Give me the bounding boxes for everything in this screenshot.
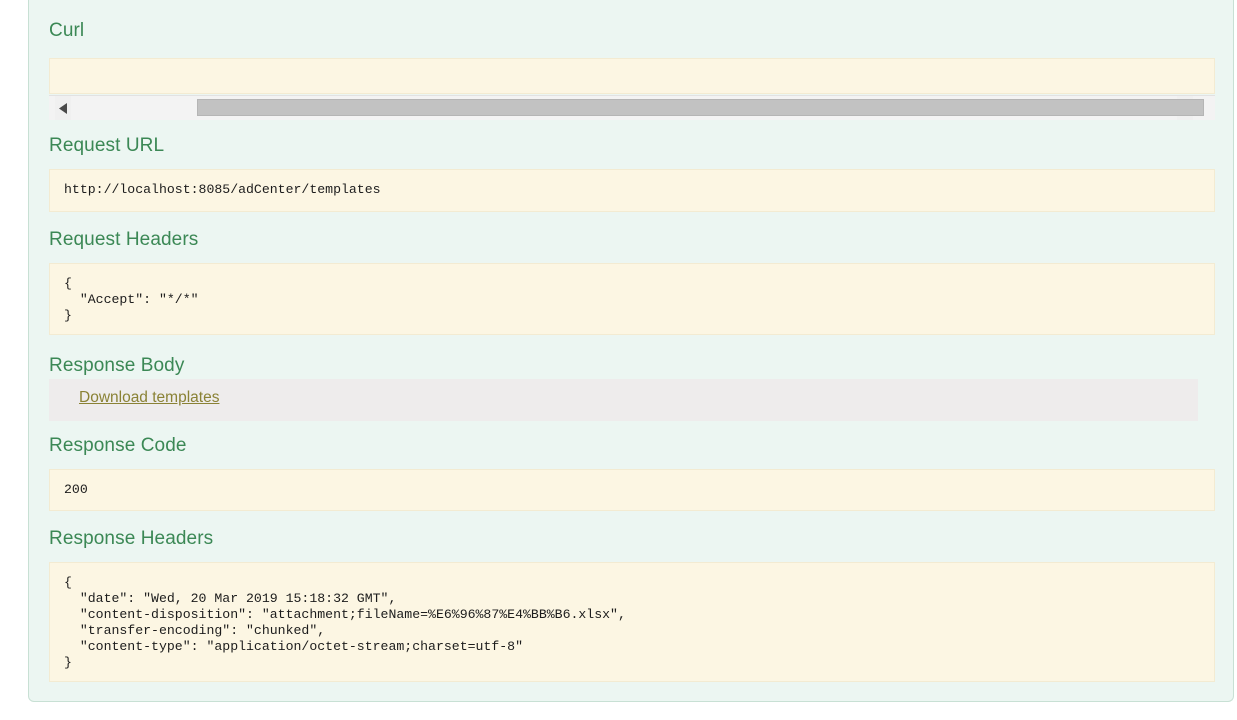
- response-headers-value: { "date": "Wed, 20 Mar 2019 15:18:32 GMT…: [49, 562, 1215, 682]
- response-body-block: Download templates: [49, 379, 1198, 421]
- curl-horizontal-scrollbar[interactable]: [49, 95, 1215, 120]
- request-url-section-title: Request URL: [49, 135, 165, 156]
- request-headers-value: { "Accept": "*/*" }: [49, 263, 1215, 335]
- response-body-section-title: Response Body: [49, 355, 185, 376]
- response-code-section-title: Response Code: [49, 435, 187, 456]
- curl-section-title: Curl: [49, 20, 85, 41]
- response-code-value: 200: [49, 469, 1215, 511]
- page-root: Try it out! Curl T --header 'Content-Typ…: [0, 0, 1237, 720]
- request-headers-section-title: Request Headers: [49, 229, 199, 250]
- curl-command-block[interactable]: T --header 'Content-Type: application/js…: [49, 58, 1215, 94]
- download-templates-link[interactable]: Download templates: [79, 389, 219, 407]
- scrollbar-thumb[interactable]: [197, 99, 1204, 116]
- scroll-left-arrow-icon[interactable]: [55, 96, 71, 120]
- request-url-value: http://localhost:8085/adCenter/templates: [49, 169, 1215, 212]
- operation-content-panel: Try it out! Curl T --header 'Content-Typ…: [28, 0, 1234, 702]
- response-headers-section-title: Response Headers: [49, 528, 214, 549]
- operation-content-inner: Try it out! Curl T --header 'Content-Typ…: [29, 0, 1233, 701]
